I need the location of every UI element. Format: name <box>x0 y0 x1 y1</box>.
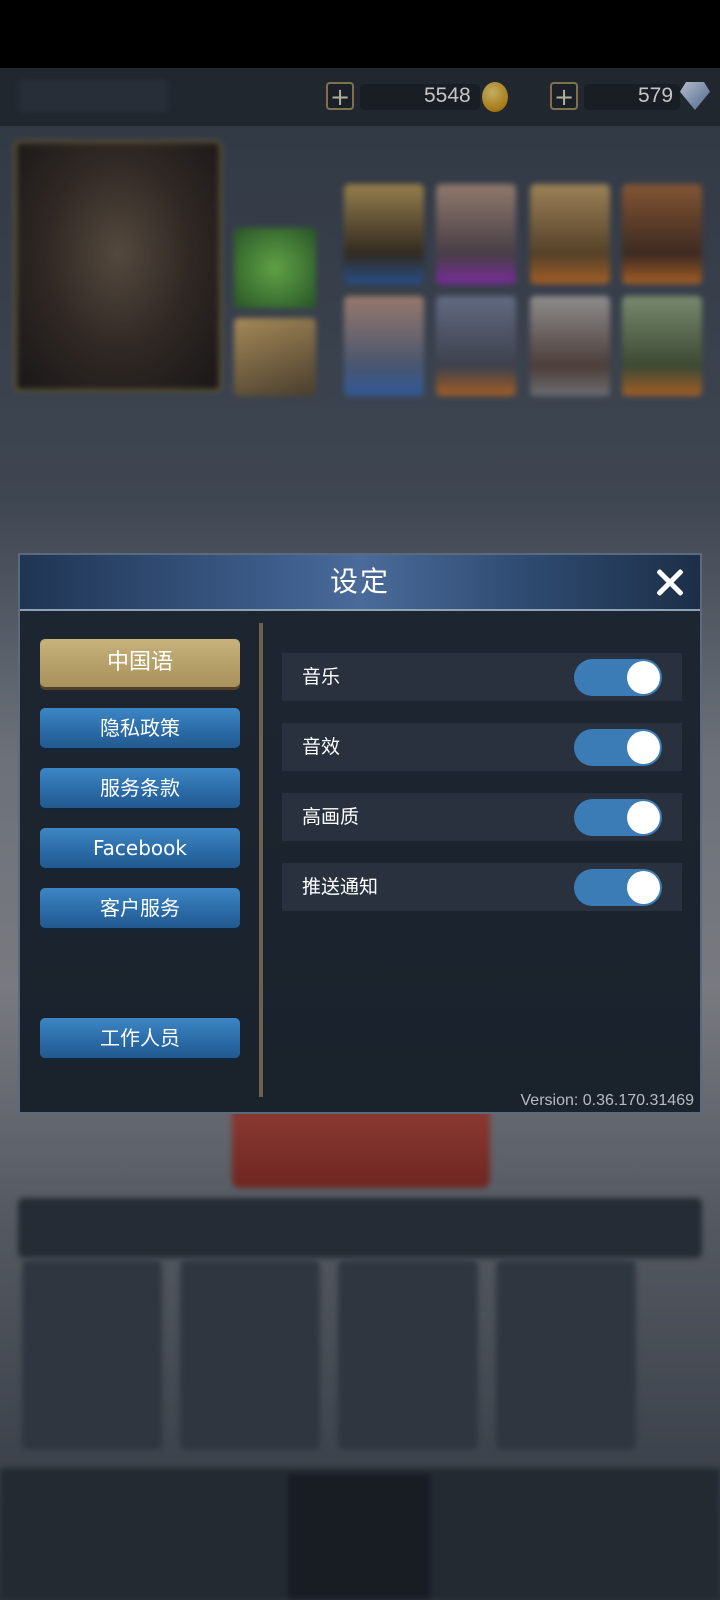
divider <box>259 623 263 1097</box>
setting-label: 高画质 <box>302 806 360 828</box>
toggle-knob <box>627 871 660 904</box>
toggle-knob <box>627 801 660 834</box>
setting-label: 音效 <box>302 736 341 758</box>
settings-dialog: 设定 中国语 隐私政策 服务条款 Facebook 客户服务 工作人员 音乐 音… <box>18 553 702 1114</box>
toggle-knob <box>627 661 660 694</box>
sound-effects-toggle[interactable] <box>574 729 662 766</box>
setting-row-high-quality: 高画质 <box>282 793 682 841</box>
privacy-policy-button[interactable]: 隐私政策 <box>40 708 240 748</box>
setting-row-music: 音乐 <box>282 653 682 701</box>
facebook-button[interactable]: Facebook <box>40 828 240 868</box>
status-bar <box>0 0 720 68</box>
setting-row-push-notifications: 推送通知 <box>282 863 682 911</box>
push-notifications-toggle[interactable] <box>574 869 662 906</box>
staff-credits-button[interactable]: 工作人员 <box>40 1018 240 1058</box>
toggle-knob <box>627 731 660 764</box>
high-quality-toggle[interactable] <box>574 799 662 836</box>
dialog-header: 设定 <box>20 555 700 611</box>
setting-row-sound-effects: 音效 <box>282 723 682 771</box>
dialog-title: 设定 <box>329 565 390 598</box>
setting-label: 推送通知 <box>302 876 379 898</box>
terms-of-service-button[interactable]: 服务条款 <box>40 768 240 808</box>
language-button[interactable]: 中国语 <box>40 639 240 687</box>
close-icon[interactable] <box>650 563 690 603</box>
version-label: Version: 0.36.170.31469 <box>520 1092 694 1109</box>
customer-service-button[interactable]: 客户服务 <box>40 888 240 928</box>
setting-label: 音乐 <box>302 666 341 688</box>
music-toggle[interactable] <box>574 659 662 696</box>
